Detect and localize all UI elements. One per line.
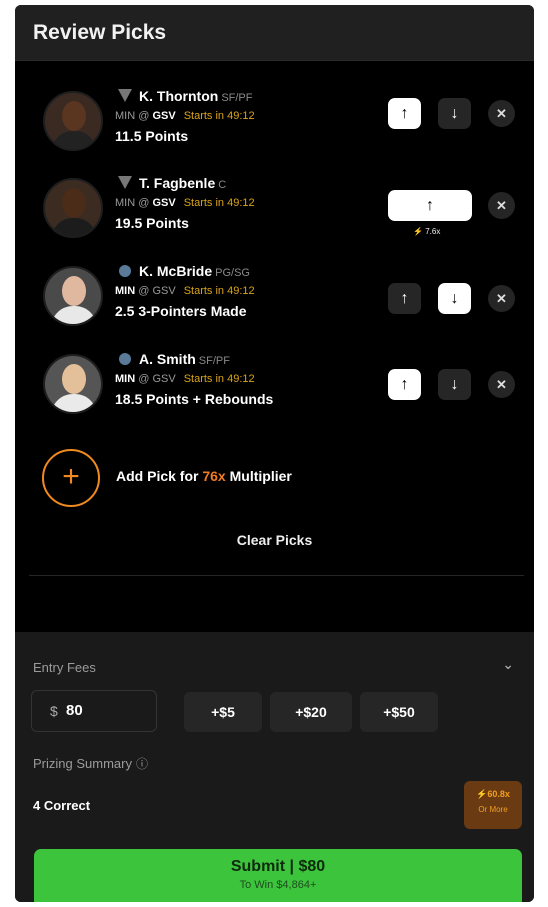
start-time: Starts in 49:12 [183,197,255,209]
prop-line: 11.5 Points [115,128,189,144]
team-logo-icon [118,176,132,189]
more-button[interactable]: ↑ [388,283,421,314]
to-win-label: To Win $4,864+ [239,879,317,891]
player-position: SF/PF [198,355,230,367]
add-50-button[interactable]: +$50 [360,692,438,732]
matchup: MIN @ GSV Starts in 49:12 [115,197,255,209]
currency-symbol: $ [50,703,58,719]
player-avatar [43,266,103,326]
more-button[interactable]: ↑ [388,190,472,221]
review-picks-panel: Review Picks K. Thornton SF/PF MIN @ GSV S… [15,5,534,902]
more-button[interactable]: ↑ [388,98,421,129]
matchup: MIN @ GSV Starts in 49:12 [115,285,255,297]
player-name: A. Smith SF/PF [139,351,230,367]
prop-line: 19.5 Points [115,215,189,231]
correct-count: 4 Correct [33,798,91,813]
clear-picks-button[interactable]: Clear Picks [15,532,534,548]
chevron-down-icon[interactable]: ⌄ [502,656,514,673]
player-position: SF/PF [221,92,253,104]
prop-line: 2.5 3-Pointers Made [115,303,247,319]
prop-line: 18.5 Points + Rebounds [115,391,274,407]
team-logo-icon [119,265,131,277]
team-logo-icon [118,89,132,102]
page-title: Review Picks [33,21,167,44]
start-time: Starts in 49:12 [183,110,255,122]
less-button[interactable]: ↓ [438,98,471,129]
add-20-button[interactable]: +$20 [270,692,352,732]
info-icon[interactable]: ⓘ [136,757,148,771]
remove-pick-button[interactable]: ✕ [488,371,515,398]
player-position: PG/SG [215,267,250,279]
player-name: K. Thornton SF/PF [139,88,253,104]
player-name: T. Fagbenle C [139,175,227,191]
entry-fees-label: Entry Fees [33,660,96,675]
player-avatar [43,354,103,414]
entry-amount-value: 80 [66,702,83,719]
add-5-button[interactable]: +$5 [184,692,262,732]
matchup: MIN @ GSV Starts in 49:12 [115,373,255,385]
divider [29,575,524,576]
team-logo-icon [119,353,131,365]
prize-or-more: Or More [478,805,508,814]
less-button[interactable]: ↓ [438,283,471,314]
remove-pick-button[interactable]: ✕ [488,192,515,219]
header: Review Picks [15,5,534,61]
pick-row: T. Fagbenle C MIN @ GSV Starts in 49:12 19… [15,175,534,255]
bolt-icon: ⚡ [413,227,423,236]
player-avatar [43,91,103,151]
start-time: Starts in 49:12 [183,285,255,297]
add-pick-label[interactable]: Add Pick for 76x Multiplier [116,468,292,484]
matchup: MIN @ GSV Starts in 49:12 [115,110,255,122]
pick-row: A. Smith SF/PF MIN @ GSV Starts in 49:12 1… [15,351,534,431]
start-time: Starts in 49:12 [183,373,255,385]
less-button[interactable]: ↓ [438,369,471,400]
prize-multiplier: ⚡60.8x [476,789,510,799]
entry-panel: Entry Fees ⌄ $ 80 +$5 +$20 +$50 Prizing … [15,632,534,902]
add-pick-button[interactable]: + [42,449,100,507]
player-avatar [43,178,103,238]
more-button[interactable]: ↑ [388,369,421,400]
remove-pick-button[interactable]: ✕ [488,285,515,312]
entry-amount-field[interactable]: $ 80 [31,690,157,732]
remove-pick-button[interactable]: ✕ [488,100,515,127]
prize-multiplier-badge: ⚡60.8x Or More [464,781,522,829]
plus-icon: + [62,460,80,493]
player-name: K. McBride PG/SG [139,263,250,279]
submit-label: Submit | $80 [230,858,326,875]
multiplier-label: ⚡ 7.6x [413,227,441,236]
pick-row: K. McBride PG/SG MIN @ GSV Starts in 49:12… [15,263,534,343]
pick-row: K. Thornton SF/PF MIN @ GSV Starts in 49:1… [15,88,534,168]
prizing-summary-label: Prizing Summary ⓘ [33,756,148,771]
submit-button[interactable]: Submit | $80 To Win $4,864+ [34,849,522,902]
player-position: C [218,179,227,191]
multiplier-accent: 76x [202,468,226,484]
